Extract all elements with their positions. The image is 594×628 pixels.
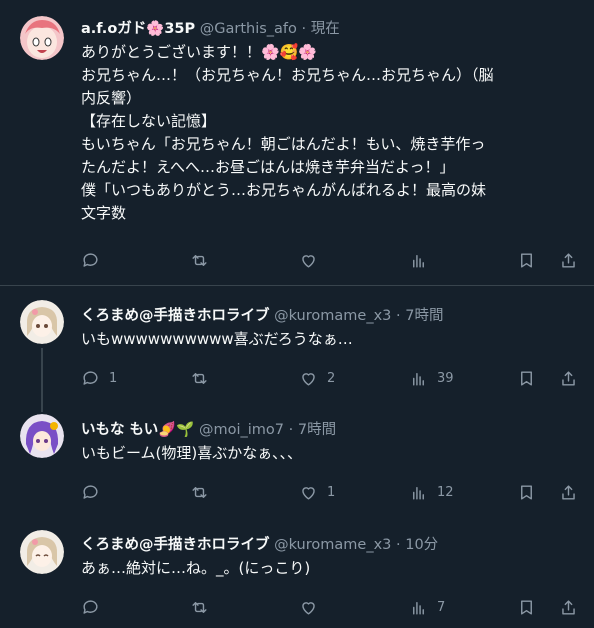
text-line: もいちゃん「お兄ちゃん！朝ごはんだよ！もい、焼き芋作っ (81, 135, 486, 153)
bookmark-icon (521, 370, 532, 386)
like-icon (302, 254, 315, 268)
views-icon (413, 372, 424, 386)
text-line: いもビーム(物理)喜ぶかなぁ、、、 (81, 444, 302, 462)
views-button[interactable] (409, 250, 437, 270)
handle[interactable]: @kuromame_x3 (274, 537, 391, 553)
share-icon (562, 252, 575, 268)
post-header: くろまめ@手描きホロライブ @kuromame_x3 · 7時間 (81, 304, 443, 325)
post-header: いもな もい🍠🌱 @moi_imo7 · 7時間 (81, 418, 336, 439)
share-icon (562, 370, 575, 386)
action-bar (81, 250, 579, 270)
avatar[interactable] (20, 16, 64, 60)
views-count: 7 (437, 599, 446, 615)
like-count: 1 (327, 484, 336, 500)
views-count: 12 (437, 484, 454, 500)
handle[interactable]: @moi_imo7 (199, 422, 284, 438)
reply-icon (83, 370, 98, 385)
retweet-icon (192, 254, 207, 266)
avatar[interactable] (20, 414, 64, 458)
handle[interactable]: @kuromame_x3 (274, 308, 391, 324)
like-button[interactable] (299, 250, 327, 270)
action-bar: 1 2 39 (81, 368, 579, 388)
text-line: 僕「いつもありがとう…お兄ちゃんがんばれるよ！最高の妹 (81, 181, 487, 199)
retweet-icon (192, 601, 207, 613)
bookmark-button[interactable] (517, 250, 536, 270)
like-count: 2 (327, 370, 336, 386)
post-text: いもwwwwwwwwww喜ぶだろうなぁ… (81, 328, 576, 351)
retweet-button[interactable] (190, 250, 218, 270)
post-text: いもビーム(物理)喜ぶかなぁ、、、 (81, 442, 576, 465)
bookmark-icon (521, 252, 532, 268)
divider (0, 285, 594, 286)
post-text: あぁ…絶対に…ね。_。(にっこり) (81, 557, 576, 580)
share-button[interactable] (559, 250, 578, 270)
separator: · (396, 537, 401, 553)
retweet-button[interactable] (190, 597, 218, 617)
like-icon (302, 601, 315, 615)
share-icon (562, 599, 575, 615)
timestamp[interactable]: 10分 (405, 537, 438, 553)
views-count: 39 (437, 370, 454, 386)
reply-button[interactable]: 1 (81, 368, 117, 388)
retweet-icon (192, 486, 207, 498)
post-header: a.f.oガド🌸35P @Garthis_afo · 現在 (81, 17, 340, 38)
views-icon (413, 601, 424, 615)
text-line: 【存在しない記憶】 (81, 112, 217, 130)
bookmark-button[interactable] (517, 597, 536, 617)
retweet-icon (192, 372, 207, 384)
reply-icon (83, 599, 98, 614)
retweet-button[interactable] (190, 482, 218, 502)
text-line: あぁ…絶対に…ね。_。(にっこり) (81, 559, 311, 577)
text-line: 内反響） (81, 89, 142, 107)
views-button[interactable]: 12 (409, 482, 454, 502)
action-bar: 7 (81, 597, 579, 617)
like-button[interactable]: 1 (299, 482, 335, 502)
views-icon (413, 486, 424, 500)
text-line: いもwwwwwwwwww喜ぶだろうなぁ… (81, 330, 353, 348)
text-line: ありがとうございます！！🌸🥰🌸 (81, 43, 318, 61)
timestamp[interactable]: 現在 (311, 21, 340, 37)
display-name[interactable]: くろまめ@手描きホロライブ (81, 537, 270, 553)
share-button[interactable] (559, 368, 578, 388)
share-button[interactable] (559, 597, 578, 617)
thread-line (41, 348, 43, 412)
display-name[interactable]: いもな もい🍠🌱 (81, 422, 194, 438)
timestamp[interactable]: 7時間 (405, 308, 443, 324)
timestamp[interactable]: 7時間 (298, 422, 336, 438)
views-button[interactable]: 39 (409, 368, 454, 388)
like-icon (302, 372, 315, 386)
action-bar: 1 12 (81, 482, 579, 502)
views-icon (413, 254, 424, 268)
separator: · (288, 422, 294, 438)
like-button[interactable]: 2 (299, 368, 335, 388)
avatar[interactable] (20, 530, 64, 574)
like-button[interactable] (299, 597, 327, 617)
separator: · (396, 308, 401, 324)
handle[interactable]: @Garthis_afo (200, 21, 297, 37)
separator: · (301, 21, 307, 37)
reply-button[interactable] (81, 597, 109, 617)
bookmark-icon (521, 599, 532, 615)
text-line: 文字数 (81, 204, 127, 222)
bookmark-button[interactable] (517, 368, 536, 388)
text-line: たんだよ！えへへ…お昼ごはんは焼き芋弁当だよっ！」 (81, 158, 455, 176)
reply-button[interactable] (81, 250, 109, 270)
reply-button[interactable] (81, 482, 109, 502)
share-button[interactable] (559, 482, 578, 502)
bookmark-button[interactable] (517, 482, 536, 502)
display-name[interactable]: a.f.oガド🌸35P (81, 21, 195, 37)
retweet-button[interactable] (190, 368, 218, 388)
display-name[interactable]: くろまめ@手描きホロライブ (81, 308, 270, 324)
bookmark-icon (521, 484, 532, 500)
avatar[interactable] (20, 300, 64, 344)
post-text: ありがとうございます！！🌸🥰🌸 お兄ちゃん…！（お兄ちゃん！お兄ちゃん…お兄ちゃ… (81, 41, 576, 225)
reply-icon (83, 252, 98, 267)
views-button[interactable]: 7 (409, 597, 445, 617)
reply-count: 1 (109, 370, 118, 386)
text-line: お兄ちゃん…！（お兄ちゃん！お兄ちゃん…お兄ちゃん）（脳 (81, 66, 494, 84)
share-icon (562, 484, 575, 500)
reply-icon (83, 484, 98, 499)
like-icon (302, 486, 315, 500)
post-header: くろまめ@手描きホロライブ @kuromame_x3 · 10分 (81, 533, 438, 554)
